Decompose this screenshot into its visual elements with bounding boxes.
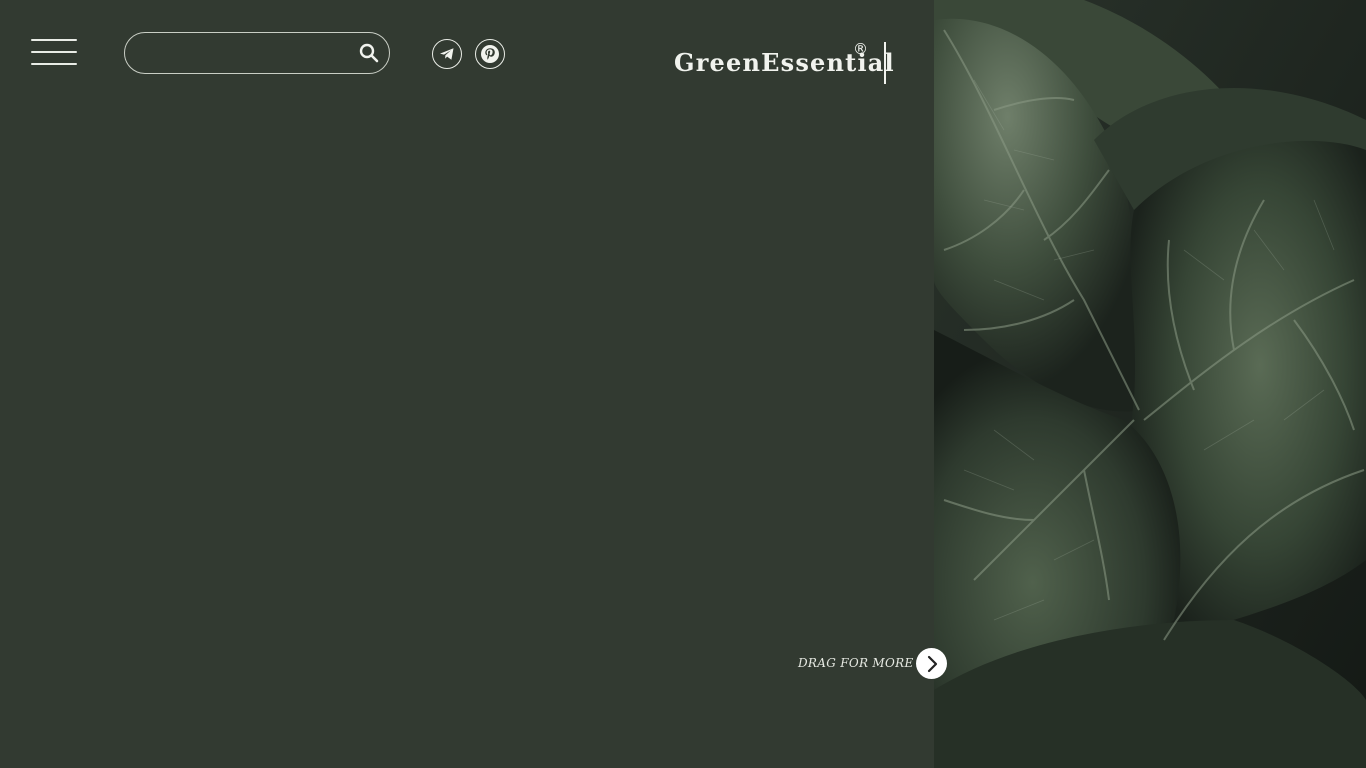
divider: [884, 42, 886, 84]
leaf-photo: [934, 0, 1366, 768]
search-box: [124, 32, 390, 74]
left-panel: GreenEssential ® DRAG FOR MORE: [0, 0, 934, 768]
menu-line: [31, 51, 77, 53]
chevron-right-icon[interactable]: [916, 648, 947, 679]
registered-mark: ®: [853, 40, 868, 58]
search-input[interactable]: [143, 41, 357, 67]
hero-image: [934, 0, 1366, 768]
search-icon[interactable]: [359, 43, 379, 63]
drag-for-more-label: DRAG FOR MORE: [798, 656, 914, 670]
telegram-icon[interactable]: [432, 39, 462, 69]
hamburger-menu-icon[interactable]: [31, 38, 77, 68]
pinterest-icon[interactable]: [475, 39, 505, 69]
page: GreenEssential ® DRAG FOR MORE: [0, 0, 1366, 768]
menu-line: [31, 39, 77, 41]
menu-line: [31, 63, 77, 65]
